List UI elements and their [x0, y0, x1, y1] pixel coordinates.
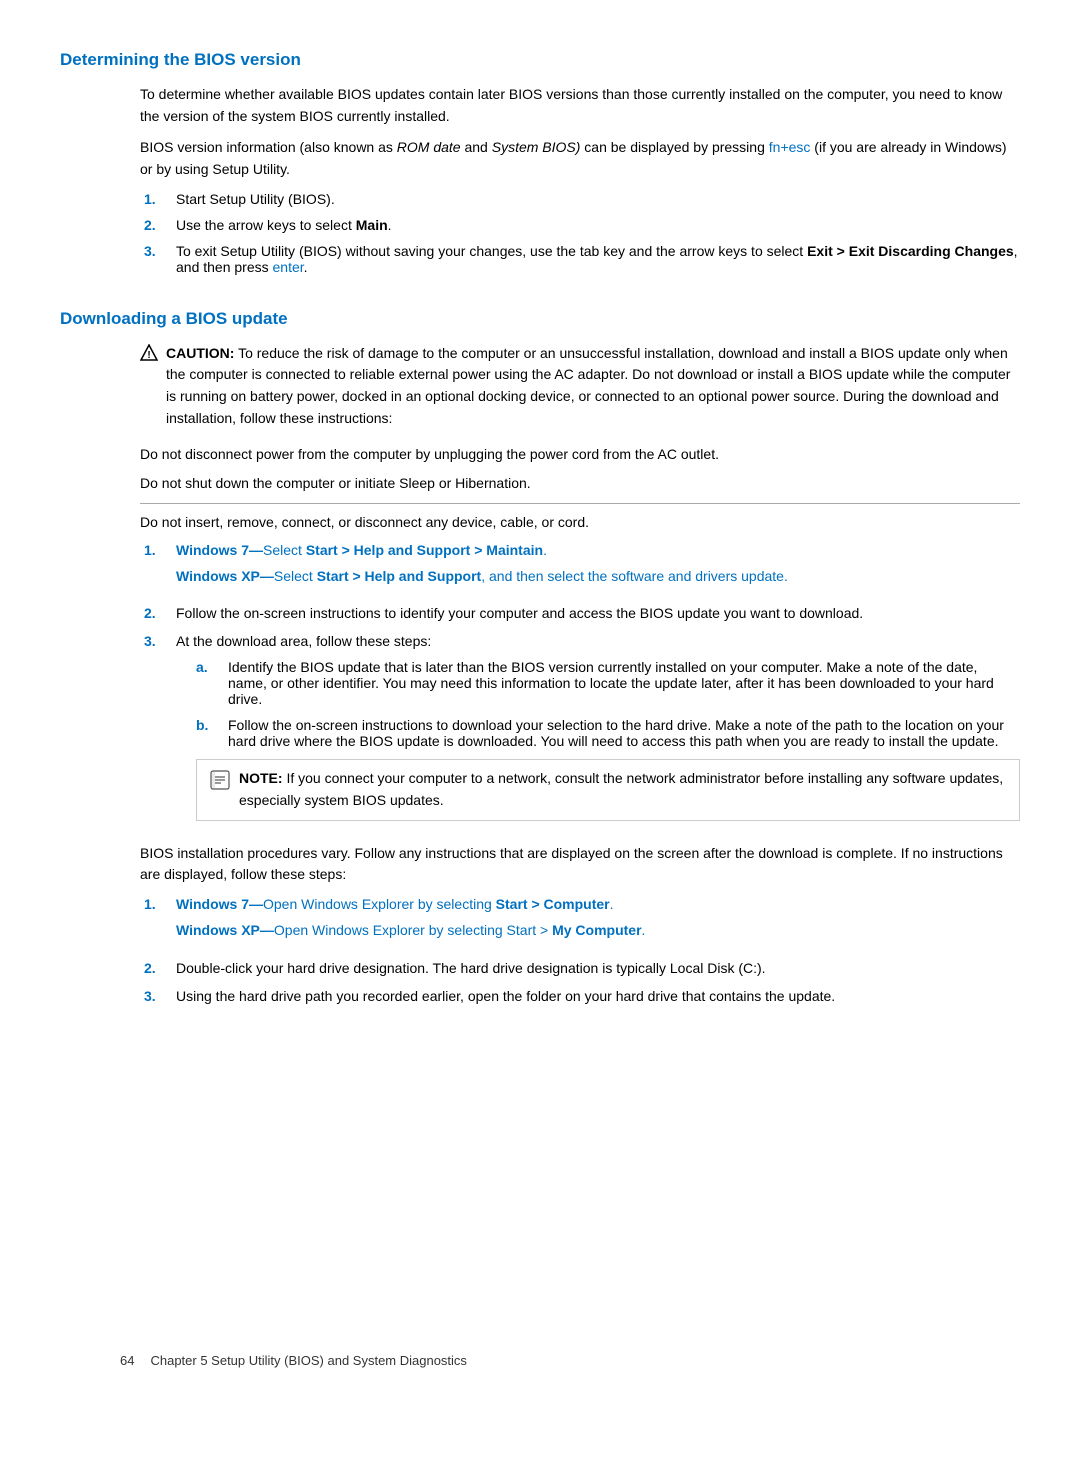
section2-main-steps: 1. Windows 7—Select Start > Help and Sup… [140, 542, 1020, 831]
section1-step3: 3. To exit Setup Utility (BIOS) without … [140, 243, 1020, 275]
caution-box: ! CAUTION: To reduce the risk of damage … [140, 343, 1020, 430]
do-not-line-1: Do not disconnect power from the compute… [140, 444, 1020, 474]
final-step1-win7: Windows 7—Open Windows Explorer by selec… [176, 896, 645, 912]
do-not-line-2: Do not shut down the computer or initiat… [140, 473, 1020, 503]
page-number: 64 [120, 1353, 134, 1368]
chapter-text: Chapter 5 Setup Utility (BIOS) and Syste… [150, 1353, 466, 1368]
section1-step1: 1. Start Setup Utility (BIOS). [140, 191, 1020, 207]
note-icon [209, 769, 231, 791]
do-not-line-3: Do not insert, remove, connect, or disco… [140, 504, 1020, 542]
bios-install-para: BIOS installation procedures vary. Follo… [140, 843, 1020, 886]
note-label: NOTE: [239, 770, 283, 786]
section1-title: Determining the BIOS version [60, 40, 1020, 70]
sub-step-a: a. Identify the BIOS update that is late… [196, 659, 1020, 707]
page-footer: 64 Chapter 5 Setup Utility (BIOS) and Sy… [120, 1343, 960, 1368]
note-text: NOTE: If you connect your computer to a … [239, 768, 1007, 811]
section2-final-steps: 1. Windows 7—Open Windows Explorer by se… [140, 896, 1020, 1004]
caution-label: CAUTION: [166, 345, 234, 361]
section2-step2: 2. Follow the on-screen instructions to … [140, 605, 1020, 621]
caution-icon: ! [140, 344, 158, 362]
final-step2: 2. Double-click your hard drive designat… [140, 960, 1020, 976]
caution-text: CAUTION: To reduce the risk of damage to… [166, 343, 1020, 430]
final-step1: 1. Windows 7—Open Windows Explorer by se… [140, 896, 1020, 948]
section1-para2: BIOS version information (also known as … [140, 137, 1020, 180]
section-determining-bios: Determining the BIOS version To determin… [60, 40, 1020, 275]
sub-step-b: b. Follow the on-screen instructions to … [196, 717, 1020, 749]
section1-step2: 2. Use the arrow keys to select Main. [140, 217, 1020, 233]
section2-step3: 3. At the download area, follow these st… [140, 633, 1020, 830]
section2-step1: 1. Windows 7—Select Start > Help and Sup… [140, 542, 1020, 594]
step1-winxp: Windows XP—Select Start > Help and Suppo… [176, 566, 788, 588]
step1-win7: Windows 7—Select Start > Help and Suppor… [176, 542, 788, 558]
final-step1-winxp: Windows XP—Open Windows Explorer by sele… [176, 920, 645, 942]
final-step3: 3. Using the hard drive path you recorde… [140, 988, 1020, 1004]
section2-sub-steps: a. Identify the BIOS update that is late… [176, 659, 1020, 749]
section1-para1: To determine whether available BIOS upda… [140, 84, 1020, 127]
section1-steps: 1. Start Setup Utility (BIOS). 2. Use th… [140, 191, 1020, 275]
svg-text:!: ! [147, 350, 150, 361]
section-downloading-bios: Downloading a BIOS update ! CAUTION: To … [60, 299, 1020, 1004]
section2-title: Downloading a BIOS update [60, 299, 1020, 329]
note-box: NOTE: If you connect your computer to a … [196, 759, 1020, 820]
